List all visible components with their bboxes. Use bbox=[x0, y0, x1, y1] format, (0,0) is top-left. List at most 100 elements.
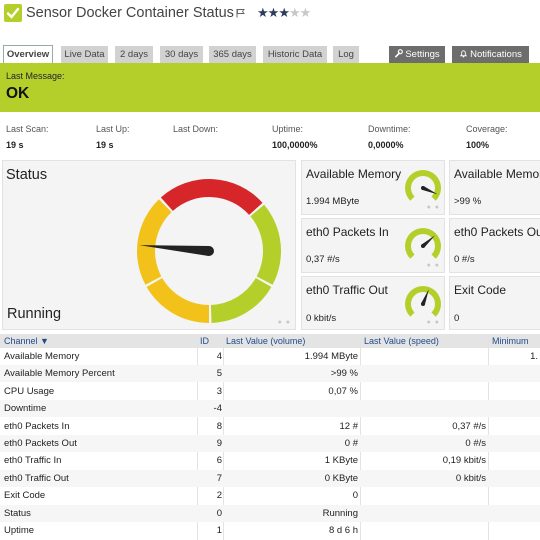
stat-uptime: Uptime: 100,0000% bbox=[272, 124, 318, 150]
status-title: Status bbox=[6, 167, 48, 183]
mini-gauge-hub bbox=[421, 244, 425, 248]
cell-channel: eth0 Traffic Out bbox=[4, 472, 69, 484]
tab-2-days[interactable]: 2 days bbox=[115, 46, 153, 63]
gauge-panel-eth0-packets-out[interactable]: eth0 Packets Out 0 #/s bbox=[449, 218, 540, 273]
star-icon[interactable]: ★ bbox=[289, 5, 301, 20]
gauge-title: Available Memor... bbox=[454, 167, 540, 181]
gauge-value: >99 % bbox=[454, 196, 482, 207]
cell-last-value-volume: 1 KByte bbox=[324, 455, 358, 467]
tab-live-data[interactable]: Live Data bbox=[61, 46, 108, 63]
table-row[interactable]: eth0 Packets Out 9 0 # 0 #/s bbox=[0, 435, 540, 452]
table-row[interactable]: Exit Code 2 0 bbox=[0, 487, 540, 504]
tab-overview[interactable]: Overview bbox=[3, 45, 53, 63]
gauge-value: 0,37 #/s bbox=[306, 254, 340, 265]
panel-options-icon[interactable]: ● ● bbox=[427, 262, 440, 269]
cell-last-value-volume: 0 # bbox=[344, 438, 358, 449]
stat-downtime: Downtime: 0,0000% bbox=[368, 124, 411, 150]
table-row[interactable]: Available Memory Percent 5 >99 % bbox=[0, 365, 540, 383]
table-row[interactable]: Downtime -4 bbox=[0, 400, 540, 418]
cell-last-value-volume: 0 bbox=[352, 490, 358, 502]
stat-label: Last Scan: bbox=[6, 124, 49, 134]
gauge-segment-ok bbox=[210, 278, 272, 323]
star-icon[interactable]: ★ bbox=[278, 5, 290, 20]
cell-id: 2 bbox=[216, 490, 222, 502]
gauge-title: Available Memory bbox=[306, 167, 402, 181]
cell-channel: Downtime bbox=[4, 403, 47, 415]
cell-channel: eth0 Traffic In bbox=[4, 455, 62, 467]
cell-id: 8 bbox=[216, 420, 222, 432]
table-row[interactable]: eth0 Traffic In 6 1 KByte 0,19 kbit/s bbox=[0, 452, 540, 469]
tab-historic-data[interactable]: Historic Data bbox=[263, 46, 327, 63]
cell-last-value-volume: 1.994 MByte bbox=[304, 351, 358, 362]
settings-button[interactable]: Settings bbox=[389, 46, 445, 63]
tab-bar: Overview Live Data 2 days 30 days 365 da… bbox=[0, 45, 540, 63]
stat-label: Last Down: bbox=[173, 124, 219, 134]
stat-label: Last Up: bbox=[96, 124, 130, 134]
tab-30-days[interactable]: 30 days bbox=[160, 46, 203, 63]
flag-icon[interactable] bbox=[236, 8, 246, 21]
settings-label: Settings bbox=[405, 49, 440, 60]
column-header-minimum[interactable]: Minimum bbox=[492, 336, 529, 346]
gauge-value: 0 #/s bbox=[454, 254, 475, 265]
channel-table-header: Channel ▼ ID Last Value (volume) Last Va… bbox=[0, 334, 540, 348]
cell-last-value-speed: 0,37 #/s bbox=[452, 420, 486, 432]
status-gauge-panel[interactable]: ● ● bbox=[2, 160, 296, 330]
stat-last-up: Last Up: 19 s bbox=[96, 124, 130, 150]
table-row[interactable]: Uptime 1 8 d 6 h bbox=[0, 522, 540, 539]
mini-gauge bbox=[405, 286, 441, 317]
stat-value: 100% bbox=[466, 140, 490, 150]
cell-id: 7 bbox=[216, 472, 222, 484]
star-icon[interactable]: ★ bbox=[300, 5, 312, 20]
column-header-last-value-volume[interactable]: Last Value (volume) bbox=[226, 336, 305, 346]
table-row[interactable]: Available Memory 4 1.994 MByte 1. bbox=[0, 348, 540, 365]
mini-gauge-arc bbox=[405, 170, 441, 201]
wrench-icon bbox=[395, 49, 404, 58]
status-state: Running bbox=[7, 306, 62, 322]
panel-options-icon[interactable]: ● ● bbox=[278, 319, 291, 326]
cell-minimum: 1. bbox=[530, 351, 538, 362]
priority-stars[interactable]: ★★★★★ bbox=[257, 5, 312, 21]
stat-last-down: Last Down: bbox=[173, 124, 218, 140]
tab-log[interactable]: Log bbox=[333, 46, 359, 63]
table-row[interactable]: Status 0 Running bbox=[0, 504, 540, 522]
gauge-panel-exit-code[interactable]: Exit Code 0 bbox=[449, 276, 540, 330]
panel-options-icon[interactable]: ● ● bbox=[427, 204, 440, 211]
cell-last-value-speed: 0 #/s bbox=[465, 438, 486, 449]
star-icon[interactable]: ★ bbox=[257, 5, 269, 20]
cell-channel: eth0 Packets Out bbox=[4, 438, 77, 449]
stat-last-scan: Last Scan: 19 s bbox=[6, 124, 49, 150]
panel-options-icon[interactable]: ● ● bbox=[427, 319, 440, 326]
column-header-label: Channel bbox=[4, 336, 38, 346]
last-message-value: OK bbox=[6, 85, 30, 102]
column-header-channel[interactable]: Channel ▼ bbox=[4, 336, 49, 346]
gauge-segment-error bbox=[160, 179, 263, 215]
gauge-title: Exit Code bbox=[454, 283, 507, 297]
mini-gauge-hub bbox=[421, 302, 425, 306]
stat-label: Downtime: bbox=[368, 124, 411, 134]
gauge-panel-eth0-packets-in[interactable]: eth0 Packets In 0,37 #/s ● ● bbox=[301, 218, 445, 273]
cell-last-value-volume: 0,07 % bbox=[328, 385, 358, 397]
stat-value: 0,0000% bbox=[368, 140, 404, 150]
star-icon[interactable]: ★ bbox=[268, 5, 280, 20]
column-header-last-value-speed[interactable]: Last Value (speed) bbox=[364, 336, 439, 346]
cell-id: -4 bbox=[213, 403, 222, 415]
gauge-panel-available-memory[interactable]: Available Memory 1.994 MByte ● ● bbox=[301, 160, 445, 215]
column-header-id[interactable]: ID bbox=[200, 336, 209, 346]
stat-value: 19 s bbox=[96, 140, 114, 150]
gauge-panel-available-memory-percent[interactable]: Available Memor... >99 % bbox=[449, 160, 540, 215]
gauge-panel-eth0-traffic-out[interactable]: eth0 Traffic Out 0 kbit/s ● ● bbox=[301, 276, 445, 330]
cell-last-value-speed: 0,19 kbit/s bbox=[442, 455, 486, 467]
table-row[interactable]: eth0 Traffic Out 7 0 KByte 0 kbit/s bbox=[0, 469, 540, 487]
mini-gauge-arc bbox=[405, 228, 441, 259]
table-row[interactable]: eth0 Packets In 8 12 # 0,37 #/s bbox=[0, 418, 540, 435]
tab-365-days[interactable]: 365 days bbox=[209, 46, 256, 63]
gauge-title: eth0 Packets Out bbox=[454, 225, 540, 239]
mini-gauge-hub bbox=[421, 186, 425, 190]
cell-last-value-volume: Running bbox=[322, 507, 358, 519]
gauge-segment-ok bbox=[250, 204, 282, 285]
notifications-button[interactable]: Notifications bbox=[452, 46, 529, 63]
table-row[interactable]: CPU Usage 3 0,07 % bbox=[0, 383, 540, 400]
cell-last-value-volume: 12 # bbox=[339, 420, 359, 432]
cell-id: 3 bbox=[216, 385, 222, 397]
mini-gauge bbox=[405, 228, 441, 259]
